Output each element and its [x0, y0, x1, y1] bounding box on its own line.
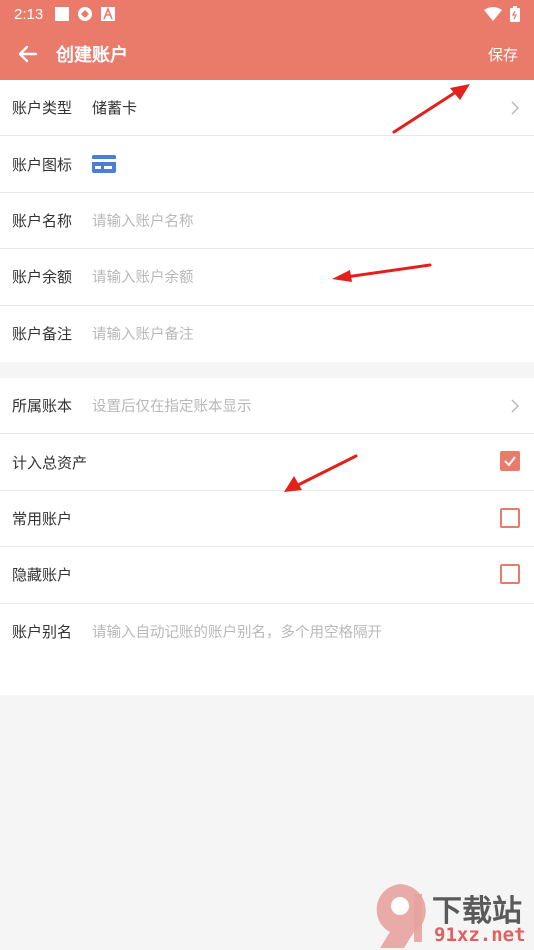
account-name-row: 账户名称 请输入账户名称: [0, 193, 534, 250]
status-bar: 2:13: [0, 0, 534, 28]
account-balance-row: 账户余额 请输入账户余额: [0, 249, 534, 306]
account-balance-label: 账户余额: [12, 268, 73, 287]
common-account-row: 常用账户: [0, 491, 534, 548]
include-total-label: 计入总资产: [12, 453, 88, 472]
notification-icon: [55, 7, 70, 21]
account-info-section: 账户类型 储蓄卡 账户图标 账户名称 请输入账户名称 账户余额 请输入账户余额 …: [0, 80, 534, 362]
watermark-logo: 下载站 91xz.net: [370, 882, 534, 950]
account-book-hint: 设置后仅在指定账本显示: [92, 399, 252, 416]
account-book-label: 所属账本: [12, 397, 73, 416]
account-type-value: 储蓄卡: [92, 99, 138, 118]
account-book-row[interactable]: 所属账本 设置后仅在指定账本显示: [0, 378, 534, 435]
chevron-right-icon: [511, 399, 520, 413]
account-note-input[interactable]: 请输入账户备注: [92, 323, 194, 344]
toolbar: 创建账户 保存: [0, 28, 534, 80]
hidden-account-row: 隐藏账户: [0, 547, 534, 604]
common-account-checkbox[interactable]: [500, 507, 520, 528]
watermark-domain: 91xz.net: [434, 924, 526, 946]
account-type-row[interactable]: 账户类型 储蓄卡: [0, 80, 534, 137]
account-name-label: 账户名称: [12, 211, 73, 230]
account-note-label: 账户备注: [12, 325, 73, 344]
include-total-row: 计入总资产: [0, 434, 534, 491]
common-account-label: 常用账户: [12, 509, 73, 528]
account-alias-input[interactable]: 请输入自动记账的账户别名，多个用空格隔开: [92, 621, 382, 642]
account-type-label: 账户类型: [12, 99, 73, 118]
credit-card-icon[interactable]: [92, 155, 116, 174]
hidden-account-checkbox[interactable]: [500, 564, 520, 585]
status-time: 2:13: [14, 5, 44, 23]
sync-icon: [78, 7, 93, 21]
hidden-account-label: 隐藏账户: [12, 566, 73, 585]
account-note-row: 账户备注 请输入账户备注: [0, 306, 534, 362]
back-arrow-icon[interactable]: [14, 40, 42, 68]
save-button[interactable]: 保存: [488, 44, 518, 65]
account-icon-row[interactable]: 账户图标: [0, 136, 534, 193]
a-icon: [101, 7, 116, 21]
include-total-checkbox[interactable]: [500, 451, 520, 472]
account-name-input[interactable]: 请输入账户名称: [92, 210, 194, 231]
page-title: 创建账户: [56, 45, 128, 66]
app-header: 2:13 创建账户 保存: [0, 0, 534, 80]
chevron-right-icon: [511, 101, 520, 115]
account-alias-label: 账户别名: [12, 623, 73, 642]
wifi-icon: [484, 7, 502, 21]
check-icon: [504, 456, 516, 467]
account-settings-section: 所属账本 设置后仅在指定账本显示 计入总资产 常用账户 隐藏账户 账户别名 请输…: [0, 378, 534, 695]
account-icon-label: 账户图标: [12, 155, 73, 174]
battery-icon: [510, 6, 520, 22]
account-alias-row: 账户别名 请输入自动记账的账户别名，多个用空格隔开: [0, 604, 534, 660]
account-balance-input[interactable]: 请输入账户余额: [92, 266, 194, 287]
